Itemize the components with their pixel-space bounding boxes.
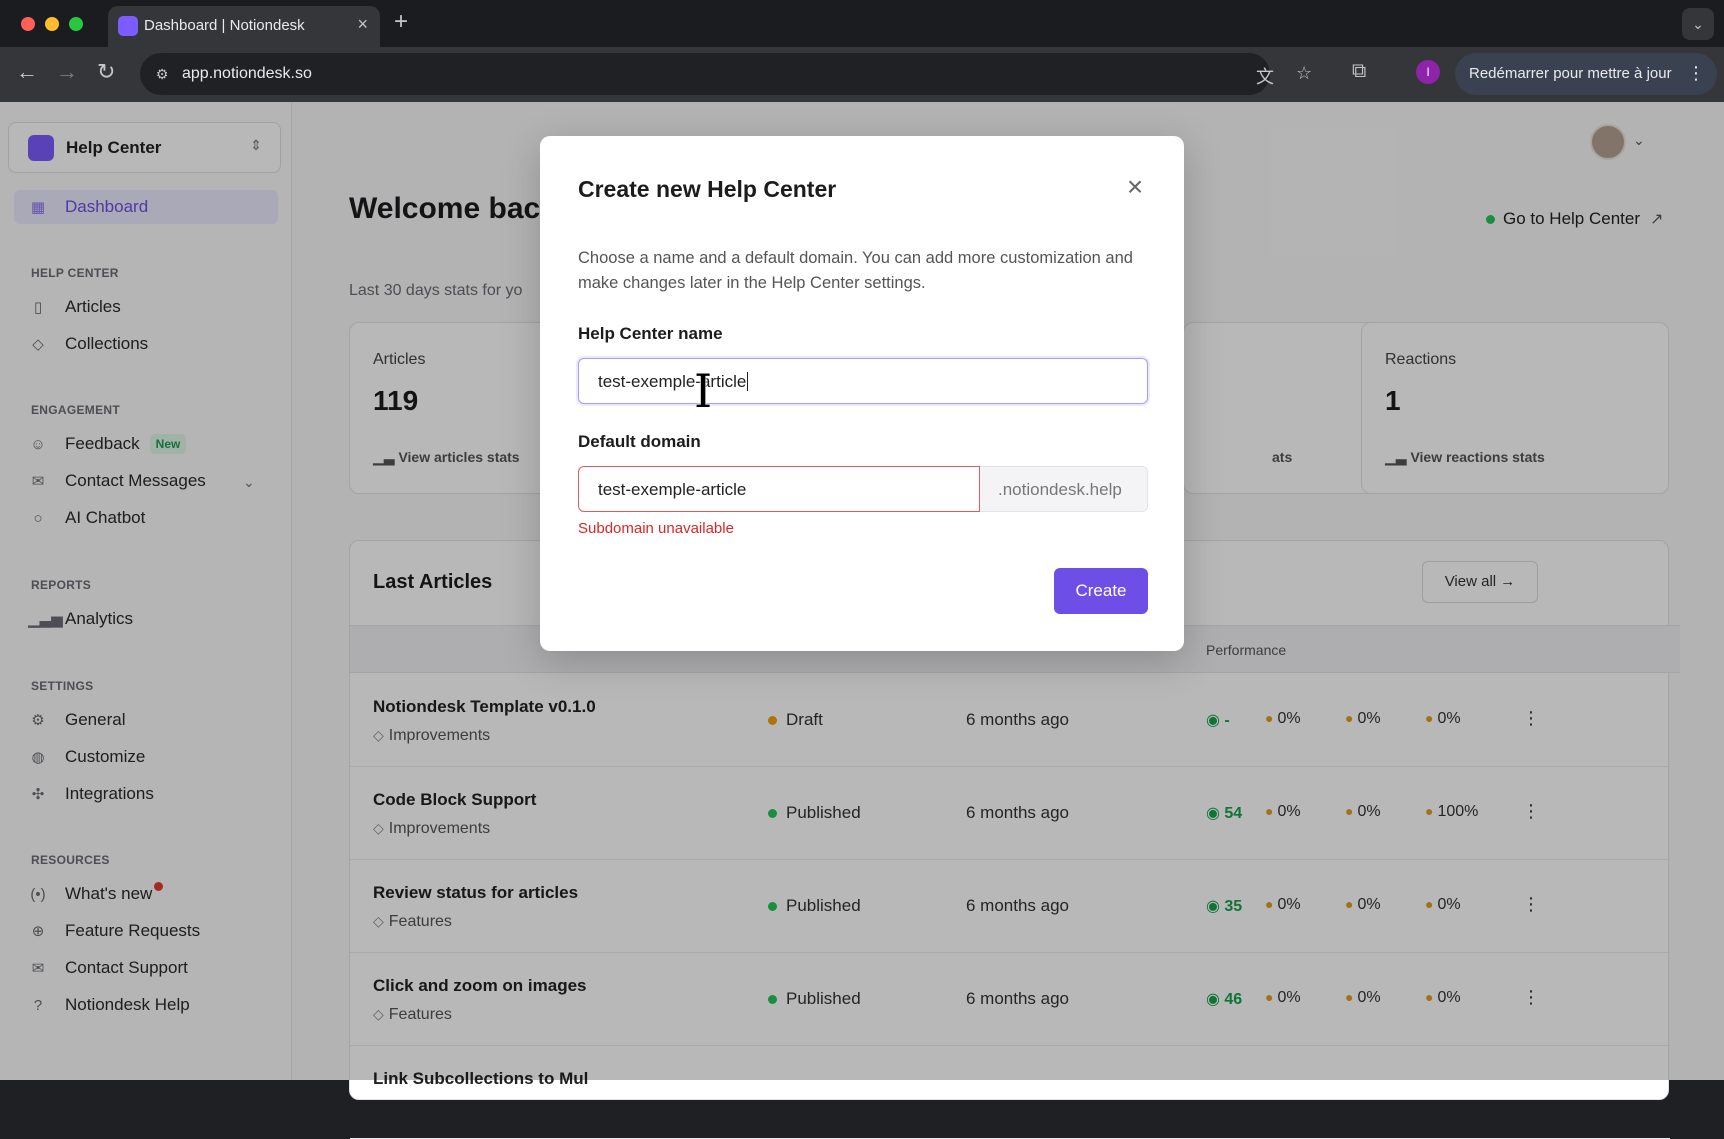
close-icon[interactable]: × bbox=[1122, 173, 1148, 201]
browser-menu-icon[interactable]: ⋮ bbox=[1687, 63, 1705, 84]
browser-chrome: Dashboard | Notiondesk × + ⌄ ← → ↻ ⚙ app… bbox=[0, 0, 1724, 102]
dialog-title: Create new Help Center bbox=[578, 176, 837, 202]
error-message: Subdomain unavailable bbox=[578, 520, 734, 537]
translate-icon[interactable]: 文 bbox=[1256, 63, 1274, 89]
back-icon[interactable]: ← bbox=[16, 59, 38, 85]
browser-toolbar: ← → ↻ ⚙ app.notiondesk.so 文 ☆ ⧉ I Redéma… bbox=[0, 47, 1724, 102]
create-button[interactable]: Create bbox=[1054, 568, 1148, 614]
default-domain-input[interactable]: test-exemple-article bbox=[578, 466, 980, 512]
name-label: Help Center name bbox=[578, 324, 723, 343]
create-help-center-dialog: Create new Help Center × Choose a name a… bbox=[540, 136, 1184, 651]
close-window-button[interactable] bbox=[21, 17, 35, 31]
extensions-icon[interactable]: ⧉ bbox=[1352, 60, 1366, 83]
close-tab-icon[interactable]: × bbox=[357, 14, 368, 35]
reload-icon[interactable]: ↻ bbox=[97, 59, 115, 85]
minimize-window-button[interactable] bbox=[45, 17, 59, 31]
input-value: test-exemple-article bbox=[598, 372, 747, 391]
forward-icon[interactable]: → bbox=[56, 59, 78, 85]
notiondesk-favicon-icon bbox=[118, 16, 138, 36]
tab-strip: Dashboard | Notiondesk × + ⌄ bbox=[0, 0, 1724, 47]
site-info-icon[interactable]: ⚙ bbox=[150, 62, 174, 86]
tab-title: Dashboard | Notiondesk bbox=[144, 17, 305, 34]
dialog-description: Choose a name and a default domain. You … bbox=[578, 249, 1133, 292]
bookmark-star-icon[interactable]: ☆ bbox=[1296, 63, 1312, 84]
domain-suffix: .notiondesk.help bbox=[980, 466, 1148, 512]
relaunch-update-button[interactable]: Redémarrer pour mettre à jour ⋮ bbox=[1455, 53, 1717, 95]
tab-search-icon[interactable]: ⌄ bbox=[1682, 8, 1714, 40]
help-center-name-input[interactable]: test-exemple-article bbox=[578, 358, 1148, 404]
new-tab-icon[interactable]: + bbox=[394, 8, 408, 36]
url-text: app.notiondesk.so bbox=[182, 65, 312, 82]
domain-label: Default domain bbox=[578, 432, 701, 451]
relaunch-label: Redémarrer pour mettre à jour bbox=[1469, 65, 1672, 82]
browser-tab[interactable]: Dashboard | Notiondesk × bbox=[108, 6, 380, 47]
text-cursor-icon: I bbox=[694, 364, 713, 418]
maximize-window-button[interactable] bbox=[69, 17, 83, 31]
address-bar[interactable]: ⚙ app.notiondesk.so 文 ☆ bbox=[140, 53, 1312, 95]
profile-avatar[interactable]: I bbox=[1416, 60, 1440, 84]
text-caret bbox=[747, 372, 749, 391]
